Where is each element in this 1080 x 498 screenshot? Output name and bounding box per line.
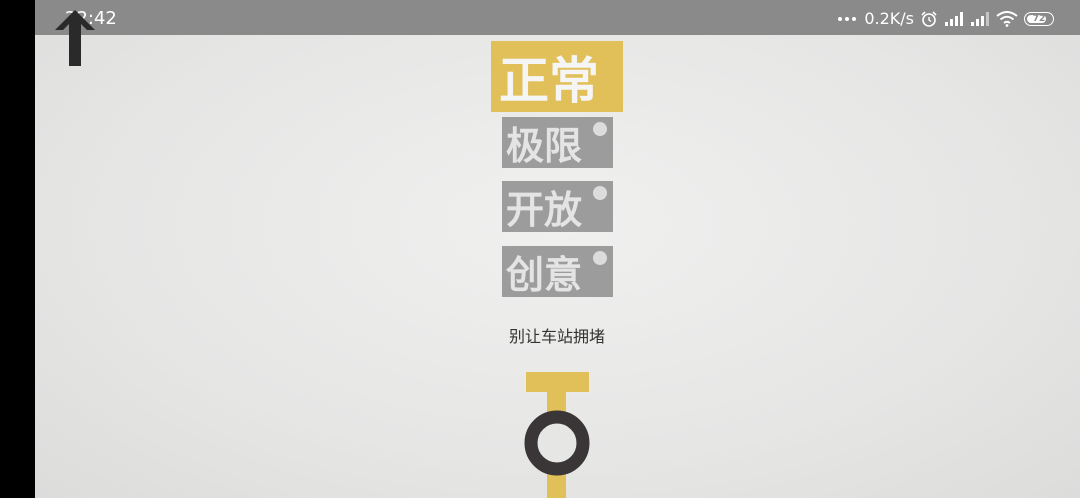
metro-station-icon [524, 372, 590, 498]
mode-open-button[interactable]: 开放 [502, 181, 613, 232]
wifi-icon [996, 11, 1018, 27]
mode-extreme-button[interactable]: 极限 [502, 117, 613, 168]
signal-icon [945, 12, 963, 26]
signal-icon [971, 12, 989, 26]
mode-extreme-label: 极限 [506, 124, 583, 168]
battery-icon: 72 [1024, 12, 1054, 26]
more-dots-icon [838, 17, 857, 21]
network-speed: 0.2K/s [864, 9, 914, 28]
locked-dot-icon [593, 251, 607, 265]
mode-description: 别让车站拥堵 [508, 327, 605, 346]
mode-create-label: 创意 [506, 253, 583, 297]
game-screen: 22:42 0.2K/s 72 正常 极限 开放 创意 别让车站拥堵 [35, 0, 1080, 498]
locked-dot-icon [593, 122, 607, 136]
locked-dot-icon [593, 186, 607, 200]
mode-normal-button[interactable]: 正常 [491, 41, 623, 112]
mode-normal-label: 正常 [499, 51, 599, 110]
status-indicators: 0.2K/s 72 [838, 8, 1054, 30]
battery-level: 72 [1032, 14, 1046, 24]
status-bar: 22:42 0.2K/s 72 [35, 0, 1080, 35]
mode-open-label: 开放 [506, 188, 583, 232]
arrow-up-icon[interactable] [51, 8, 99, 68]
alarm-icon [921, 11, 937, 27]
mode-create-button[interactable]: 创意 [502, 246, 613, 297]
